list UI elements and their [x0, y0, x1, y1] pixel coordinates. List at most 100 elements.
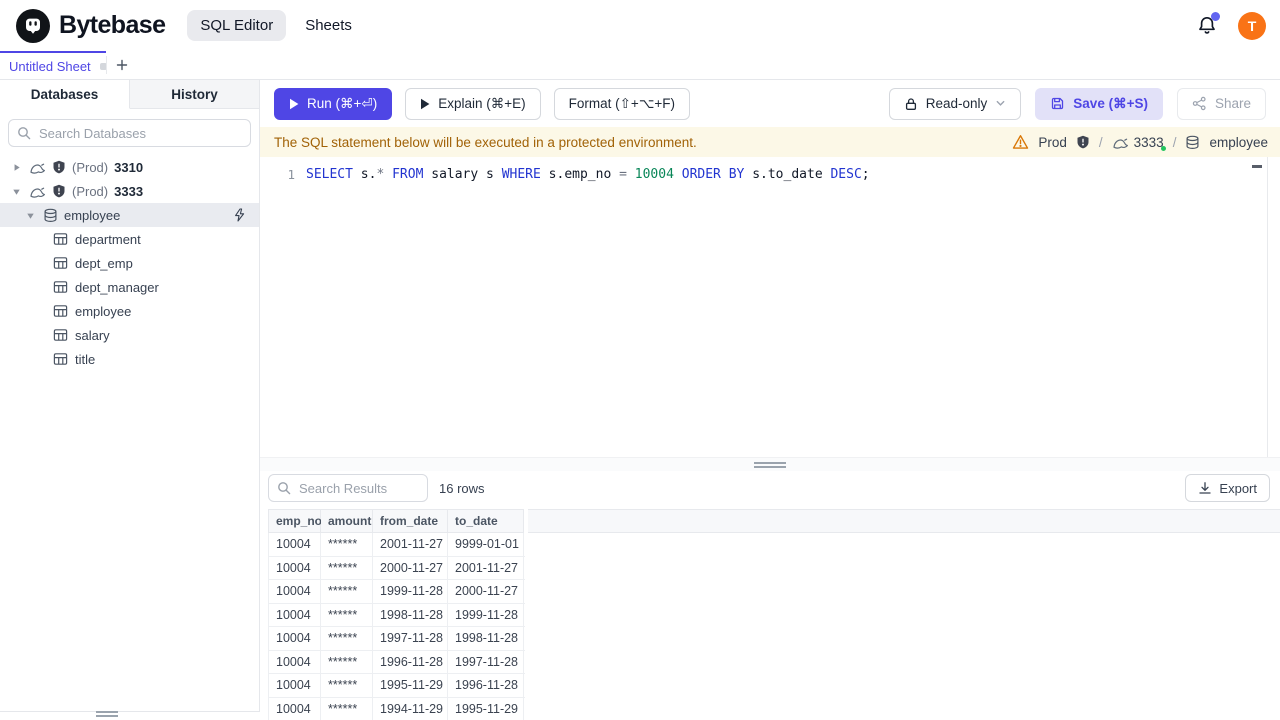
table-cell: 1997-11-28	[373, 627, 448, 650]
readonly-mode-select[interactable]: Read-only	[888, 87, 1022, 120]
app: { "colors": { "accent": "#4f46e5", "avat…	[0, 0, 1280, 720]
instance-3310[interactable]: (Prod) 3310	[0, 155, 259, 179]
sidebar-tabs: Databases History	[0, 80, 259, 109]
avatar[interactable]: T	[1238, 11, 1266, 40]
editor-toolbar: Run (⌘+⏎) Explain (⌘+E) Format (⇧+⌥+F) R…	[260, 80, 1280, 127]
format-label: Format (⇧+⌥+F)	[568, 95, 676, 111]
column-header-filler	[528, 509, 1280, 533]
share-label: Share	[1214, 96, 1251, 111]
table-cell: 10004	[268, 697, 321, 720]
sidebar-database-employee[interactable]: employee	[0, 203, 259, 227]
instance-chip[interactable]: 3333	[1112, 134, 1166, 151]
table-cell: 2001-11-27	[448, 556, 524, 579]
main-panel: Run (⌘+⏎) Explain (⌘+E) Format (⇧+⌥+F) R…	[260, 80, 1280, 720]
ruler-cursor-mark	[1252, 165, 1262, 168]
run-button[interactable]: Run (⌘+⏎)	[274, 87, 393, 120]
table-cell: 1996-11-28	[448, 674, 524, 697]
add-sheet-button[interactable]	[107, 51, 137, 79]
connect-bolt-icon[interactable]	[233, 208, 246, 222]
sql-token: salary s	[423, 167, 502, 182]
sidebar-table-dept_manager[interactable]: dept_manager	[0, 275, 259, 299]
table-cell: 1998-11-28	[373, 603, 448, 626]
table-cell: ******	[321, 697, 373, 720]
table-cell: 10004	[268, 650, 321, 673]
mysql-icon	[29, 184, 46, 199]
brand[interactable]: Bytebase	[16, 8, 166, 43]
table-label: salary	[75, 327, 110, 343]
save-button[interactable]: Save (⌘+S)	[1035, 87, 1163, 120]
explain-button[interactable]: Explain (⌘+E)	[405, 87, 541, 120]
nav-sql-editor[interactable]: SQL Editor	[187, 10, 287, 41]
toolbar-right: Read-only Save (⌘+S) Share	[888, 87, 1266, 120]
results-divider	[260, 457, 1280, 471]
column-header-from-date[interactable]: from_date	[373, 509, 448, 533]
sidebar-table-dept_emp[interactable]: dept_emp	[0, 251, 259, 275]
breadcrumb-separator: /	[1098, 134, 1103, 150]
search-results-input[interactable]	[268, 474, 428, 502]
table-row[interactable]: 10004 ****** 2001-11-27 9999-01-01	[268, 533, 525, 557]
table-row[interactable]: 10004 ****** 1994-11-29 1995-11-29	[268, 697, 525, 720]
save-icon	[1050, 96, 1065, 111]
tab-history[interactable]: History	[130, 80, 259, 109]
table-cell: 10004	[268, 580, 321, 603]
table-cell: 10004	[268, 627, 321, 650]
search-databases-input[interactable]	[8, 119, 251, 147]
panel-resize-handle[interactable]	[754, 462, 786, 470]
format-button[interactable]: Format (⇧+⌥+F)	[553, 87, 691, 120]
sql-editor[interactable]: 1 SELECT s.* FROM salary s WHERE s.emp_n…	[260, 157, 1280, 457]
column-header-amount[interactable]: amount	[321, 509, 373, 533]
instance-3333[interactable]: (Prod) 3333	[0, 179, 259, 203]
tab-databases[interactable]: Databases	[0, 80, 130, 109]
table-cell: ******	[321, 650, 373, 673]
sql-token: =	[619, 167, 627, 182]
notifications-button[interactable]	[1196, 11, 1220, 37]
sidebar-table-employee[interactable]: employee	[0, 299, 259, 323]
table-cell: 1995-11-29	[373, 674, 448, 697]
sidebar-resize-handle[interactable]	[96, 711, 118, 719]
breadcrumb-database[interactable]: employee	[1209, 135, 1268, 150]
table-icon	[53, 328, 68, 342]
table-row[interactable]: 10004 ****** 2000-11-27 2001-11-27	[268, 556, 525, 580]
sql-token: s.	[352, 167, 377, 182]
column-header-to-date[interactable]: to_date	[448, 509, 524, 533]
column-header-emp-no[interactable]: emp_no	[268, 509, 322, 533]
table-label: dept_manager	[75, 279, 159, 295]
table-row[interactable]: 10004 ****** 1997-11-28 1998-11-28	[268, 627, 525, 651]
caret-down-icon	[10, 187, 23, 196]
sql-token: s.emp_no	[540, 167, 620, 182]
instance-env: (Prod)	[72, 183, 109, 199]
export-button[interactable]: Export	[1185, 474, 1270, 502]
sheet-tabbar: Untitled Sheet	[0, 51, 1280, 80]
brand-name: Bytebase	[59, 11, 166, 39]
table-row[interactable]: 10004 ****** 1996-11-28 1997-11-28	[268, 650, 525, 674]
sidebar-table-department[interactable]: department	[0, 227, 259, 251]
explain-label: Explain (⌘+E)	[438, 95, 526, 111]
table-label: dept_emp	[75, 255, 133, 271]
shield-alert-icon	[52, 160, 66, 174]
sidebar-table-salary[interactable]: salary	[0, 323, 259, 347]
overview-ruler	[1267, 157, 1268, 457]
table-cell: ******	[321, 627, 373, 650]
breadcrumb-instance: 3333	[1133, 134, 1164, 150]
table-icon	[53, 352, 68, 366]
run-label: Run (⌘+⏎)	[307, 95, 378, 111]
line-number: 1	[287, 167, 295, 182]
warning-icon	[1012, 134, 1029, 150]
table-row[interactable]: 10004 ****** 1995-11-29 1996-11-28	[268, 674, 525, 698]
shield-alert-icon	[52, 184, 66, 198]
sidebar: Databases History Search Databases (Prod…	[0, 80, 260, 712]
table-row[interactable]: 10004 ****** 1998-11-28 1999-11-28	[268, 603, 525, 627]
table-cell: 1999-11-28	[448, 603, 524, 626]
table-row[interactable]: 10004 ****** 1999-11-28 2000-11-27	[268, 580, 525, 604]
instance-name: 3310	[114, 159, 144, 175]
nav-sheets[interactable]: Sheets	[292, 10, 365, 41]
results-table-area: emp_no amount from_date to_date 10004 ***…	[260, 503, 1280, 720]
shield-alert-icon	[1076, 135, 1090, 149]
sidebar-table-title[interactable]: title	[0, 347, 259, 371]
sheet-tab-untitled[interactable]: Untitled Sheet	[0, 51, 107, 79]
table-cell: 10004	[268, 603, 321, 626]
table-cell: 1996-11-28	[373, 650, 448, 673]
share-button[interactable]: Share	[1176, 87, 1266, 120]
